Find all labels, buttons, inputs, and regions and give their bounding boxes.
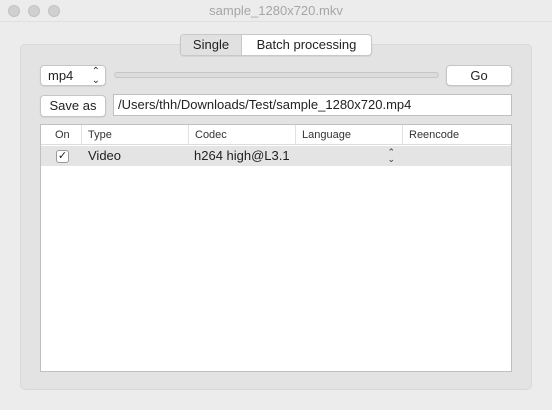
output-path-field[interactable]: /Users/thh/Downloads/Test/sample_1280x72… xyxy=(113,94,512,116)
track-type: Video xyxy=(88,148,122,163)
table-header: On Type Codec Language Reencode xyxy=(41,125,511,145)
track-enabled-checkbox[interactable]: ✓ xyxy=(56,150,69,163)
checkmark-icon: ✓ xyxy=(57,150,68,162)
mode-segmented-control[interactable]: Single Batch processing xyxy=(180,34,372,56)
tab-single[interactable]: Single xyxy=(181,35,242,55)
column-header-type[interactable]: Type xyxy=(82,125,189,145)
tracks-table: On Type Codec Language Reencode ✓ Video … xyxy=(40,124,512,372)
format-select-value: mp4 xyxy=(48,68,74,83)
go-button[interactable]: Go xyxy=(446,65,512,86)
table-row[interactable]: ✓ Video h264 high@L3.1 ⌃ ⌄ xyxy=(41,146,511,166)
tab-batch-processing[interactable]: Batch processing xyxy=(242,35,371,55)
title-bar[interactable]: sample_1280x720.mkv xyxy=(0,0,552,22)
column-header-codec[interactable]: Codec xyxy=(189,125,296,145)
window-title: sample_1280x720.mkv xyxy=(209,3,343,18)
track-codec: h264 high@L3.1 xyxy=(194,148,290,163)
column-header-on[interactable]: On xyxy=(41,125,82,145)
language-select[interactable]: ⌃ ⌄ xyxy=(296,146,403,166)
updown-chevron-icon: ⌃ ⌄ xyxy=(387,147,395,164)
progress-bar xyxy=(114,72,439,78)
save-as-button[interactable]: Save as xyxy=(40,95,106,117)
app-window: sample_1280x720.mkv Single Batch process… xyxy=(0,0,552,410)
column-header-language[interactable]: Language xyxy=(296,125,403,145)
column-header-reencode[interactable]: Reencode xyxy=(403,125,511,145)
updown-chevron-icon: ⌃ ⌄ xyxy=(91,66,100,86)
format-select[interactable]: mp4 ⌃ ⌄ xyxy=(40,65,106,86)
